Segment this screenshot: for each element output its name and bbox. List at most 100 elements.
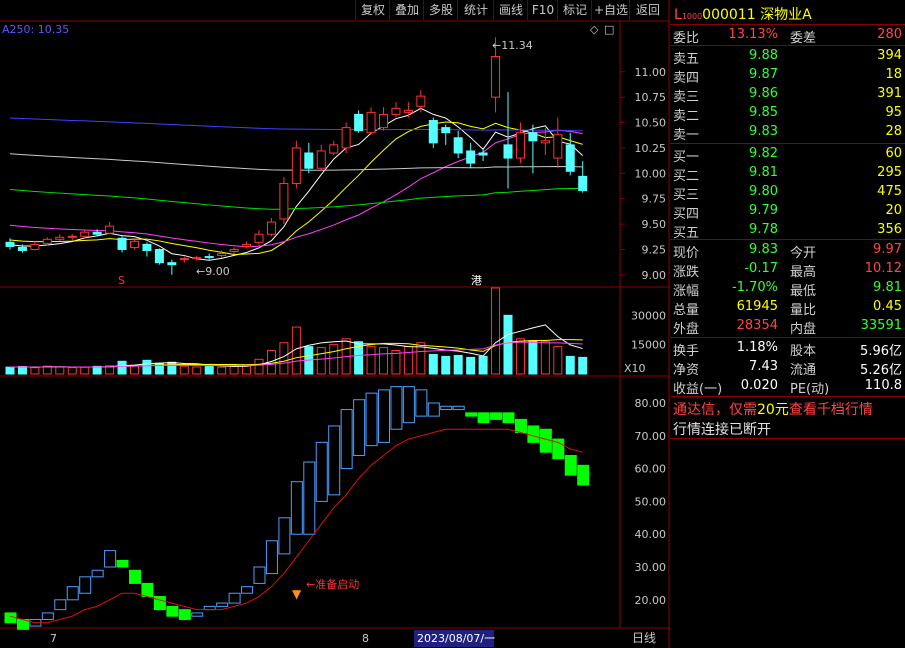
indicator-bar: [427, 402, 440, 417]
candle-body: [130, 240, 139, 248]
stat-value: 110.8: [864, 378, 902, 393]
row-volume: 28: [885, 124, 902, 139]
volume-bar: [167, 361, 177, 375]
candle-body: [565, 144, 575, 172]
row-label: 买四: [673, 207, 700, 222]
candle-body: [142, 243, 152, 251]
row-label: 卖二: [673, 109, 700, 124]
candle-body: [167, 262, 177, 266]
indicator-bar: [216, 602, 229, 607]
candle-body: [553, 134, 563, 159]
price-tick-label: 9.00: [642, 269, 667, 282]
volume-bar: [329, 344, 339, 375]
ad-price: 20元: [757, 402, 789, 418]
candle-body: [117, 237, 127, 250]
stat-value: 28354: [736, 318, 778, 333]
candle-body: [242, 243, 252, 247]
candle-body: [491, 56, 501, 98]
indicator-bar: [41, 612, 54, 620]
row-volume: 475: [877, 184, 902, 199]
row-label: 买三: [673, 188, 700, 203]
volume-bar: [503, 314, 513, 375]
signal-icon: ▼: [292, 587, 302, 601]
divider: [670, 396, 905, 397]
indicator-bar: [290, 481, 303, 535]
row-volume: 20: [885, 203, 902, 218]
indicator-bar: [328, 425, 341, 496]
indicator-bar: [564, 454, 577, 476]
volume-bar: [565, 355, 575, 375]
volume-bar: [403, 346, 413, 375]
hk-connect-marker: 港: [471, 274, 482, 287]
candle-body: [403, 109, 413, 113]
row-price: 9.80: [749, 184, 778, 199]
month-label: 8: [362, 632, 369, 645]
ask-row: 卖四 9.87 18: [670, 66, 905, 86]
stat-row: 涨跌 -0.17 最高 10.12: [670, 260, 905, 280]
stat-row: 现价 9.83 今开 9.97: [670, 241, 905, 261]
indicator-bar: [303, 461, 316, 535]
ad-text[interactable]: 通达信，仅需20元查看千档行情: [673, 399, 873, 419]
order-ratio-row: 委比 13.13% 委差 280: [670, 26, 905, 46]
candle-body: [341, 127, 351, 149]
candle-body: [80, 231, 90, 237]
stat-label: 净资: [673, 363, 700, 378]
volume-bar: [379, 347, 388, 375]
indicator-bar: [54, 599, 67, 611]
candle-body: [154, 248, 164, 264]
volume-bar: [578, 356, 588, 375]
stat-value: 9.83: [749, 242, 778, 257]
row-label: 卖四: [673, 71, 700, 86]
indicator-tick-label: 60.00: [635, 463, 667, 476]
stat-label: 量比: [790, 303, 817, 318]
indicator-bar: [378, 389, 390, 443]
indicator-bar: [390, 386, 403, 430]
indicator-bar: [141, 582, 154, 598]
ma250-label: A250: 10.35: [2, 23, 69, 36]
candle-body: [428, 120, 438, 144]
candle-body: [316, 150, 326, 169]
volume-bar: [316, 347, 326, 375]
stock-header: L1000000011 深物业A: [674, 4, 812, 24]
volume-bar: [117, 360, 127, 375]
row-price: 9.78: [749, 222, 778, 237]
bid-row: 买四 9.79 20: [670, 202, 905, 222]
row-price: 9.85: [749, 105, 778, 120]
indicator-bar: [340, 409, 353, 470]
signal-label: ←准备启动: [306, 577, 359, 591]
stat-label: 收益(一): [673, 382, 723, 397]
stat-value: 0.020: [740, 378, 778, 393]
bid-row: 买一 9.82 60: [670, 145, 905, 165]
kline-chart[interactable]: 11.00 10.75 10.50 10.25 10.00 9.75 9.50 9.25 9.0…: [0, 0, 670, 648]
ad-text-part: 通达信，仅需: [673, 402, 757, 418]
indicator-bar: [527, 425, 540, 443]
stat-row: 净资 7.43 流通 5.26亿: [670, 358, 905, 378]
indicator-tick-label: 40.00: [635, 528, 667, 541]
candle-body: [528, 132, 538, 142]
stat-label: 总量: [673, 303, 700, 318]
candle-body: [92, 231, 102, 235]
indicator-bar: [166, 605, 179, 617]
market-code: 1000: [681, 12, 703, 21]
candle-body: [503, 144, 513, 159]
indicator-bar: [315, 441, 328, 502]
volume-bar: [67, 367, 77, 375]
stat-value: 9.81: [873, 280, 902, 295]
date-highlight: 2023/08/07/一: [417, 632, 495, 645]
stat-label: 外盘: [673, 322, 700, 337]
stat-value: 9.97: [873, 242, 902, 257]
stat-row: 换手 1.18% 股本 5.96亿: [670, 339, 905, 359]
indicator-bar: [402, 386, 415, 424]
price-tick-label: 10.50: [635, 117, 667, 130]
ask-row: 卖二 9.85 95: [670, 104, 905, 124]
volume-bar: [478, 355, 488, 375]
row-volume: 95: [885, 105, 902, 120]
bid-row: 买三 9.80 475: [670, 183, 905, 203]
volume-bar: [254, 358, 264, 375]
indicator-bar: [116, 559, 129, 568]
candle-body: [291, 147, 301, 184]
stat-label: 流通: [790, 363, 817, 378]
stock-name: 深物业A: [760, 7, 812, 23]
volume-bar: [217, 366, 227, 375]
indicator-bar: [241, 586, 254, 594]
